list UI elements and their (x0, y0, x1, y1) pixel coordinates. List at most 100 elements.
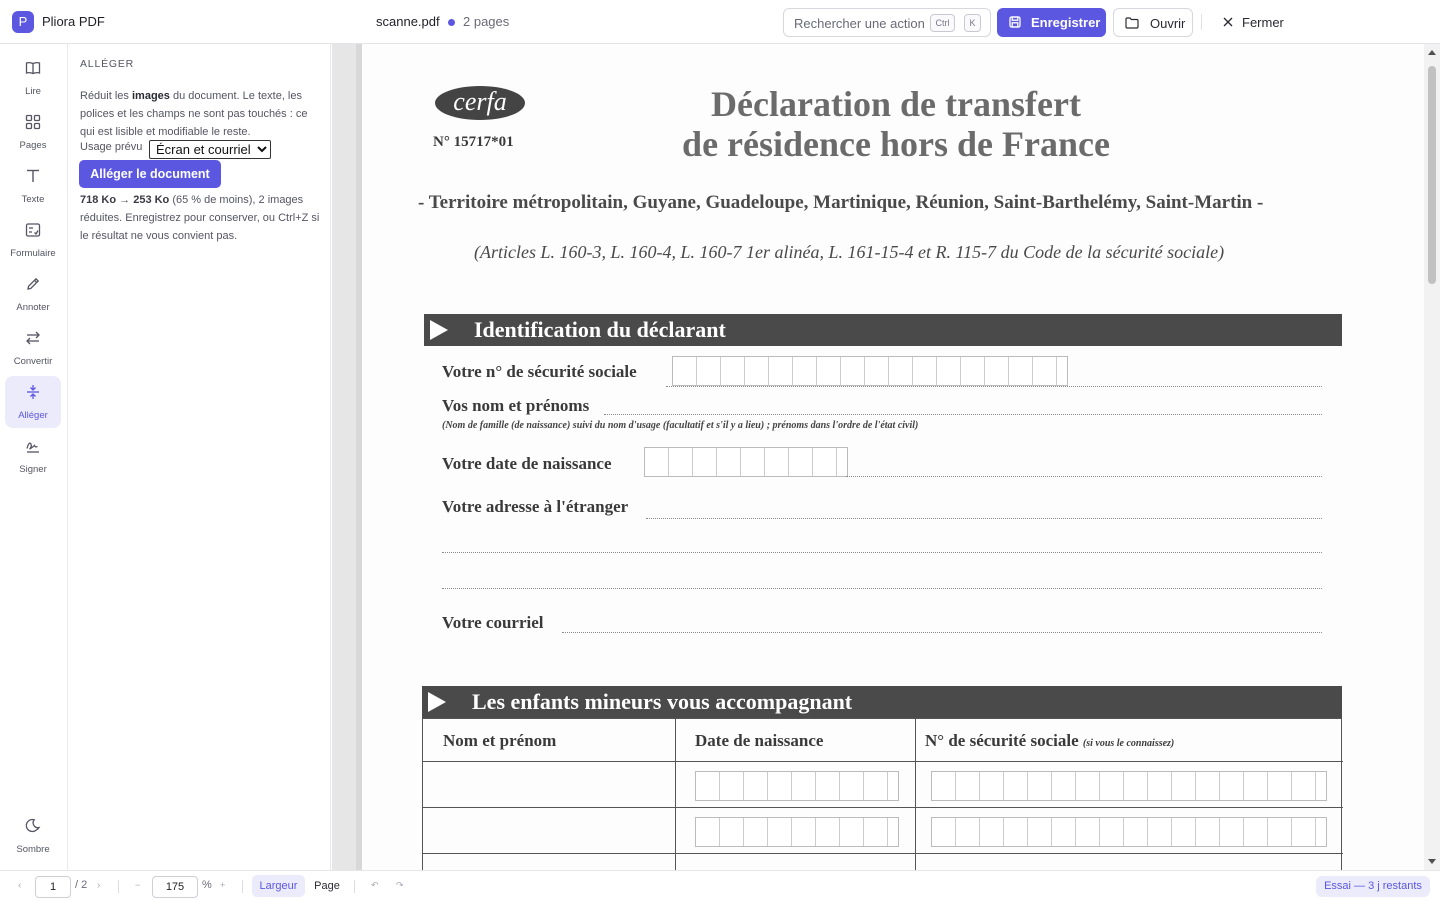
save-icon (1009, 16, 1021, 28)
book-icon (25, 61, 41, 75)
field-label: Vos nom et prénoms (442, 396, 590, 415)
document-viewer[interactable]: cerfa N° 15717*01 Déclaration de transfe… (332, 44, 1440, 870)
zoom-in-icon[interactable]: + (220, 880, 225, 890)
fit-page-button[interactable]: Page (309, 875, 345, 897)
section-title: Les enfants mineurs vous accompagnant (472, 689, 853, 714)
vertical-scrollbar[interactable] (1424, 44, 1440, 870)
action-search[interactable]: Rechercher une action Ctrl K (783, 8, 991, 37)
search-placeholder: Rechercher une action (794, 16, 925, 31)
ssn-boxes (672, 356, 1068, 386)
panel-title: ALLÉGER (80, 58, 135, 70)
rail-item-lire[interactable]: Lire (5, 52, 61, 104)
usage-label: Usage prévu (80, 141, 143, 153)
birth-boxes (695, 771, 899, 801)
open-button[interactable]: Ouvrir (1113, 8, 1193, 37)
folder-icon (1125, 17, 1139, 29)
save-button[interactable]: Enregistrer (997, 8, 1106, 37)
pdf-page: cerfa N° 15717*01 Déclaration de transfe… (356, 44, 1424, 870)
section-arrow-icon (430, 320, 448, 340)
app-logo: P (12, 11, 34, 33)
usage-select[interactable]: Écran et courriel (149, 140, 271, 159)
title-line: de résidence hors de France (682, 124, 1110, 164)
redo-icon[interactable]: ↷ (396, 880, 404, 891)
unsaved-dot (448, 19, 455, 26)
section-header: Identification du déclarant (424, 314, 1342, 346)
birth-boxes (695, 817, 899, 847)
pen-icon (27, 277, 40, 290)
compress-button[interactable]: Alléger le document (79, 160, 221, 188)
ssn-boxes (931, 771, 1327, 801)
form-number: N° 15717*01 (433, 134, 514, 150)
ssn-boxes (931, 817, 1327, 847)
rail-item-pages[interactable]: Pages (5, 106, 61, 158)
table-row-line (423, 761, 1343, 762)
rail-label: Convertir (13, 356, 53, 367)
rail-item-alleger[interactable]: Alléger (5, 376, 61, 428)
shortcut-k: K (964, 14, 981, 32)
rail-label: Alléger (18, 410, 48, 421)
rail-label: Sombre (16, 844, 50, 855)
swap-icon (26, 331, 40, 345)
table-header: N° de sécurité sociale (si vous le conna… (925, 731, 1174, 751)
desc-part: Réduit les (80, 90, 132, 102)
rail-item-signer[interactable]: Signer (5, 430, 61, 482)
zoom-input[interactable] (152, 876, 198, 898)
form-icon (25, 223, 41, 237)
scroll-thumb[interactable] (1428, 66, 1436, 284)
separator (242, 880, 243, 893)
rail-label: Signer (19, 464, 47, 475)
close-button[interactable]: Fermer (1214, 8, 1294, 37)
rail-item-formulaire[interactable]: Formulaire (5, 214, 61, 266)
section-title: Identification du déclarant (474, 317, 726, 342)
panel-description: Réduit les images du document. Le texte,… (80, 87, 324, 141)
result-text: (65 % de moins), 2 images réduites. Enre… (80, 194, 320, 242)
dotted-line (846, 476, 1322, 477)
table-header: Nom et prénom (443, 731, 557, 750)
document-title: Déclaration de transfert de résidence ho… (636, 84, 1156, 164)
next-page-icon[interactable]: › (97, 880, 100, 891)
status-bar: ‹ / 2 › − % + Largeur Page ↶ ↷ Essai — 3… (0, 870, 1440, 900)
header-text: N° de sécurité sociale (925, 731, 1079, 750)
signature-icon (26, 442, 39, 453)
dotted-line (442, 588, 1322, 589)
close-icon (1223, 17, 1233, 27)
zoom-unit: % (202, 879, 212, 891)
table-col-line (915, 719, 916, 870)
rail-item-convertir[interactable]: Convertir (5, 322, 61, 374)
arrow: → (119, 194, 131, 206)
rail-item-annoter[interactable]: Annoter (5, 268, 61, 320)
cerfa-logo: cerfa (435, 86, 525, 120)
dark-mode-toggle[interactable]: Sombre (5, 810, 61, 862)
prev-page-icon[interactable]: ‹ (18, 880, 21, 891)
compress-result: 718 Ko → 253 Ko (65 % de moins), 2 image… (80, 191, 324, 245)
table-row-line (423, 853, 1343, 854)
page-count: 2 pages (463, 14, 510, 29)
scroll-up-icon[interactable] (1428, 50, 1436, 55)
dotted-line (604, 414, 1322, 415)
fit-width-button[interactable]: Largeur (252, 875, 305, 897)
dotted-line (442, 552, 1322, 553)
dotted-line (562, 632, 1322, 633)
rail-item-texte[interactable]: Texte (5, 160, 61, 212)
separator (118, 880, 119, 893)
field-label: Votre courriel (442, 613, 544, 632)
field-hint: (Nom de famille (de naissance) suivi du … (442, 420, 919, 431)
file-name: scanne.pdf (376, 14, 440, 29)
page-number-input[interactable] (35, 876, 71, 898)
close-label: Fermer (1242, 15, 1284, 30)
total-pages: / 2 (75, 879, 88, 891)
trial-badge[interactable]: Essai — 3 j restants (1316, 876, 1430, 897)
title-line: Déclaration de transfert (711, 84, 1081, 124)
rail-label: Formulaire (10, 248, 56, 259)
undo-icon[interactable]: ↶ (371, 880, 379, 891)
territory-line: - Territoire métropolitain, Guyane, Guad… (418, 192, 1264, 213)
scroll-down-icon[interactable] (1428, 859, 1436, 864)
moon-icon (25, 818, 41, 833)
shortcut-ctrl: Ctrl (930, 14, 955, 32)
field-label: Votre adresse à l'étranger (442, 497, 629, 516)
desc-bold: images (131, 90, 170, 102)
zoom-out-icon[interactable]: − (135, 880, 140, 890)
page-shadow (356, 44, 362, 870)
field-label: Votre n° de sécurité sociale (442, 362, 637, 381)
save-label: Enregistrer (1031, 15, 1101, 30)
